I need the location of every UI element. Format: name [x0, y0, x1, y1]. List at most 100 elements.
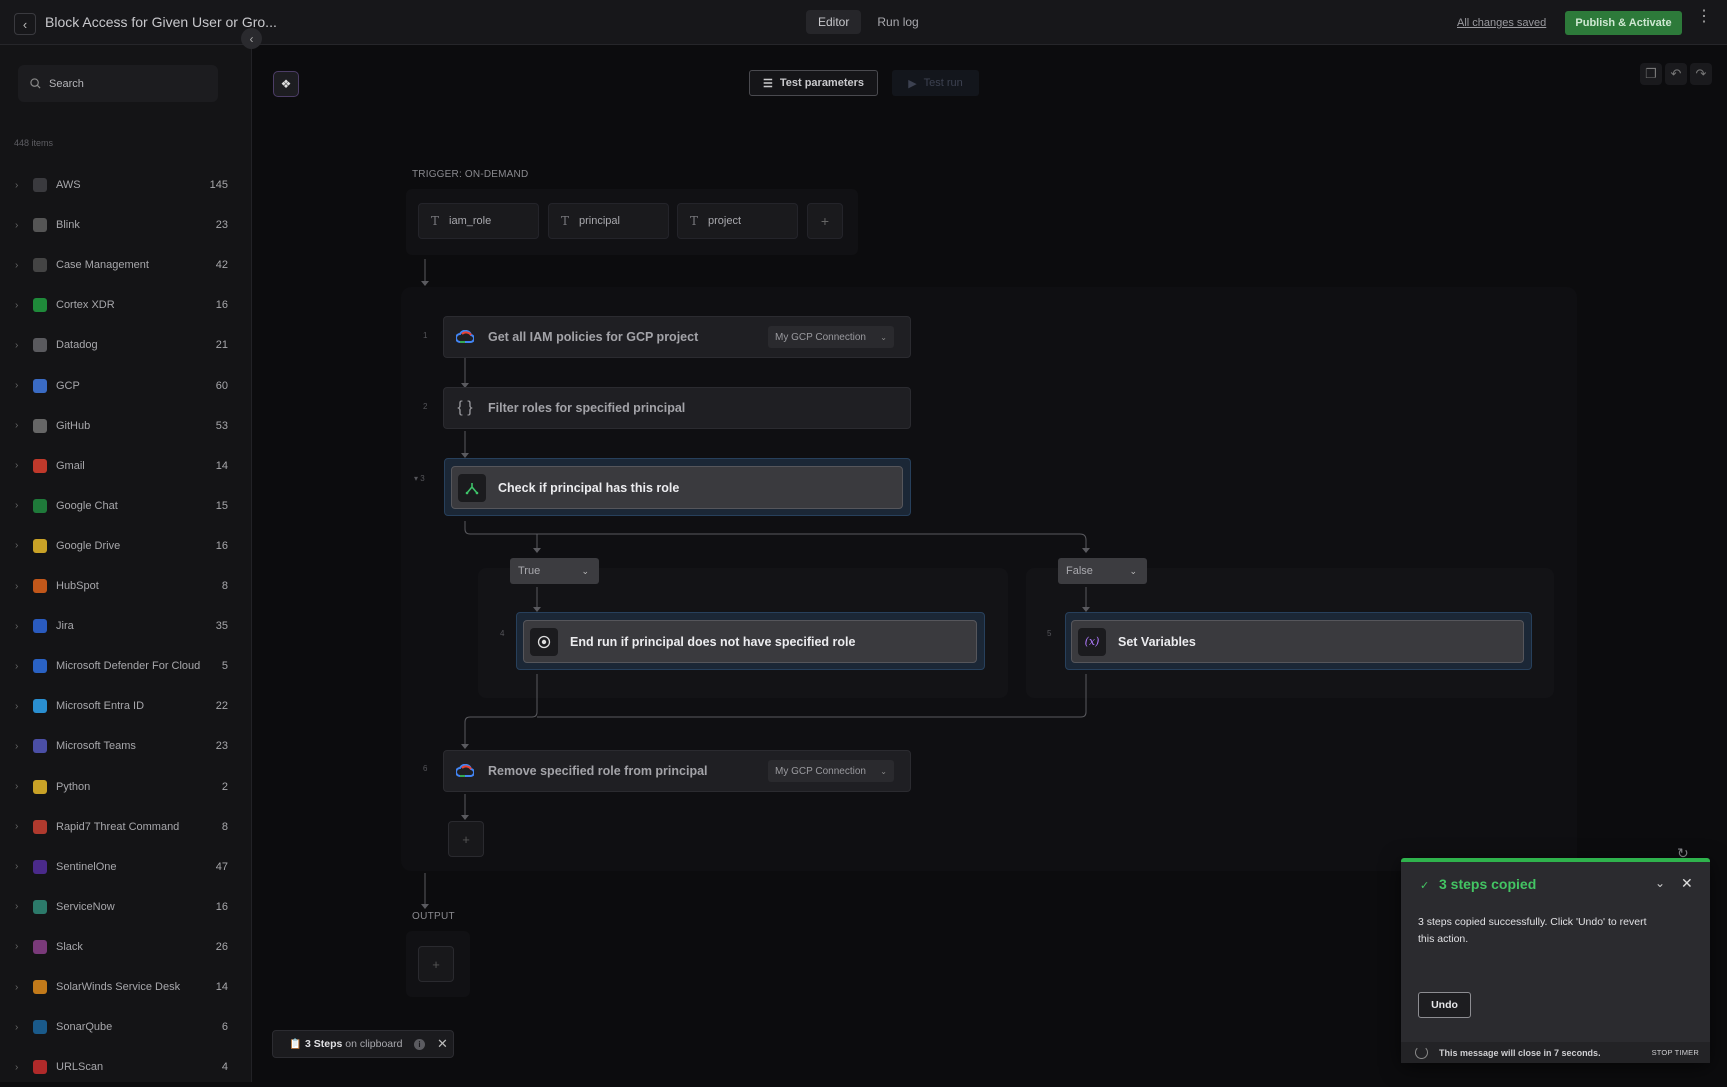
collapse-sidebar-button[interactable]: ‹ — [241, 28, 262, 49]
toast-notification: ✓ 3 steps copied ⌄ ✕ 3 steps copied succ… — [1401, 858, 1710, 1063]
category-item[interactable]: › ServiceNow 16 — [0, 887, 252, 927]
category-item[interactable]: › Rapid7 Threat Command 8 — [0, 807, 252, 847]
category-count: 6 — [221, 1021, 228, 1034]
add-output-button[interactable]: + — [418, 946, 454, 982]
category-item[interactable]: › AWS 145 — [0, 165, 252, 205]
category-count: 47 — [215, 860, 228, 873]
copy-icon: ❐ — [1645, 66, 1657, 81]
chevron-right-icon: › — [15, 500, 19, 512]
category-item[interactable]: › Gmail 14 — [0, 446, 252, 486]
category-item[interactable]: › SentinelOne 47 — [0, 847, 252, 887]
category-item[interactable]: › GitHub 53 — [0, 406, 252, 446]
step-set-variables[interactable]: (x) Set Variables — [1071, 620, 1524, 663]
braces-icon: { } — [457, 399, 473, 416]
category-item[interactable]: › SolarWinds Service Desk 14 — [0, 967, 252, 1007]
chevron-down-icon: ⌄ — [581, 565, 589, 576]
category-item[interactable]: › Slack 26 — [0, 927, 252, 967]
category-item[interactable]: › SonarQube 6 — [0, 1007, 252, 1047]
category-item[interactable]: › Case Management 42 — [0, 245, 252, 285]
back-button[interactable]: ‹ — [14, 13, 36, 35]
param-chip[interactable]: T principal — [548, 203, 669, 239]
integration-icon — [33, 779, 47, 794]
category-item[interactable]: › Microsoft Entra ID 22 — [0, 686, 252, 726]
undo-tool-button[interactable]: ↶ — [1665, 63, 1687, 85]
add-step-button[interactable]: + — [448, 821, 484, 857]
category-name: SolarWinds Service Desk — [56, 981, 181, 993]
connection-value: My GCP Connection — [775, 331, 866, 343]
integration-icon — [33, 298, 47, 313]
add-parameter-button[interactable]: + — [807, 203, 843, 239]
param-chip[interactable]: T iam_role — [418, 203, 539, 239]
more-vertical-icon[interactable]: ⋮ — [1696, 9, 1712, 25]
integration-icon — [33, 458, 47, 473]
chevron-down-icon[interactable]: ⌄ — [1655, 876, 1665, 890]
integration-icon — [33, 258, 47, 273]
plus-icon: + — [820, 213, 830, 229]
category-count: 22 — [215, 700, 228, 713]
toast-message: 3 steps copied successfully. Click 'Undo… — [1418, 916, 1647, 945]
category-item[interactable]: › Microsoft Teams 23 — [0, 726, 252, 766]
clipboard-indicator: 📋 3 Steps on clipboard i ✕ — [272, 1030, 454, 1058]
category-item[interactable]: › HubSpot 8 — [0, 566, 252, 606]
step-check-principal-role[interactable]: Check if principal has this role — [451, 466, 903, 509]
test-parameters-button[interactable]: ☰ Test parameters — [749, 70, 878, 96]
chevron-right-icon: › — [15, 821, 19, 833]
step-end-run[interactable]: End run if principal does not have speci… — [523, 620, 977, 663]
integration-icon — [33, 579, 47, 593]
param-name: project — [708, 215, 742, 227]
category-item[interactable]: › URLScan 4 — [0, 1047, 252, 1087]
category-item[interactable]: › Cortex XDR 16 — [0, 285, 252, 325]
copy-tool-button[interactable]: ❐ — [1640, 63, 1662, 85]
category-count: 26 — [215, 940, 228, 953]
integration-icon — [33, 739, 47, 754]
info-icon[interactable]: i — [414, 1038, 425, 1050]
step-number: 6 — [423, 764, 428, 773]
tab-editor[interactable]: Editor — [806, 10, 862, 34]
category-name: Microsoft Entra ID — [56, 700, 145, 713]
ai-assistant-button[interactable]: ❖ — [273, 71, 299, 97]
category-count: 2 — [221, 780, 228, 793]
publish-activate-button[interactable]: Publish & Activate — [1565, 11, 1682, 35]
undo-icon: ↶ — [1670, 66, 1682, 81]
category-name: GCP — [56, 379, 80, 392]
integration-icon — [33, 699, 47, 714]
redo-tool-button[interactable]: ↷ — [1690, 63, 1712, 85]
branch-false-select[interactable]: False ⌄ — [1058, 558, 1147, 584]
integration-icon — [33, 178, 47, 192]
category-item[interactable]: › Google Chat 15 — [0, 486, 252, 526]
category-item[interactable]: › GCP 60 — [0, 366, 252, 406]
stop-timer-button[interactable]: STOP TIMER — [1652, 1048, 1699, 1057]
category-item[interactable]: › Datadog 21 — [0, 325, 252, 365]
trigger-label: TRIGGER: ON-DEMAND — [412, 169, 529, 180]
category-count: 21 — [215, 339, 228, 352]
step-remove-role[interactable]: Remove specified role from principal My … — [443, 750, 911, 792]
connection-select[interactable]: My GCP Connection ⌄ — [768, 760, 894, 782]
param-chip[interactable]: T project — [677, 203, 798, 239]
chevron-right-icon: › — [15, 620, 19, 632]
step-get-iam-policies[interactable]: Get all IAM policies for GCP project My … — [443, 316, 911, 358]
search-box[interactable] — [18, 65, 218, 102]
chevron-right-icon: › — [15, 420, 19, 432]
category-name: SentinelOne — [56, 860, 117, 873]
category-item[interactable]: › Blink 23 — [0, 205, 252, 245]
category-item[interactable]: › Google Drive 16 — [0, 526, 252, 566]
category-item[interactable]: › Python 2 — [0, 767, 252, 807]
branch-true-select[interactable]: True ⌄ — [510, 558, 599, 584]
connection-select[interactable]: My GCP Connection ⌄ — [768, 326, 894, 348]
step-label: Check if principal has this role — [498, 480, 680, 495]
redo-icon: ↷ — [1695, 66, 1707, 81]
category-item[interactable]: › Jira 35 — [0, 606, 252, 646]
integration-icon — [33, 980, 47, 994]
chevron-right-icon: › — [15, 941, 19, 953]
category-item[interactable]: › Microsoft Defender For Cloud 5 — [0, 646, 252, 686]
close-icon[interactable]: ✕ — [437, 1036, 448, 1052]
category-count: 14 — [215, 459, 228, 472]
search-input[interactable] — [49, 77, 199, 90]
save-status-link[interactable]: All changes saved — [1457, 17, 1546, 29]
chevron-right-icon: › — [15, 781, 19, 792]
tab-run-log[interactable]: Run log — [865, 10, 930, 34]
close-icon[interactable]: ✕ — [1681, 875, 1693, 892]
step-filter-roles[interactable]: { } Filter roles for specified principal — [443, 387, 911, 429]
undo-button[interactable]: Undo — [1418, 992, 1471, 1018]
test-run-button[interactable]: ▶ Test run — [892, 70, 979, 96]
